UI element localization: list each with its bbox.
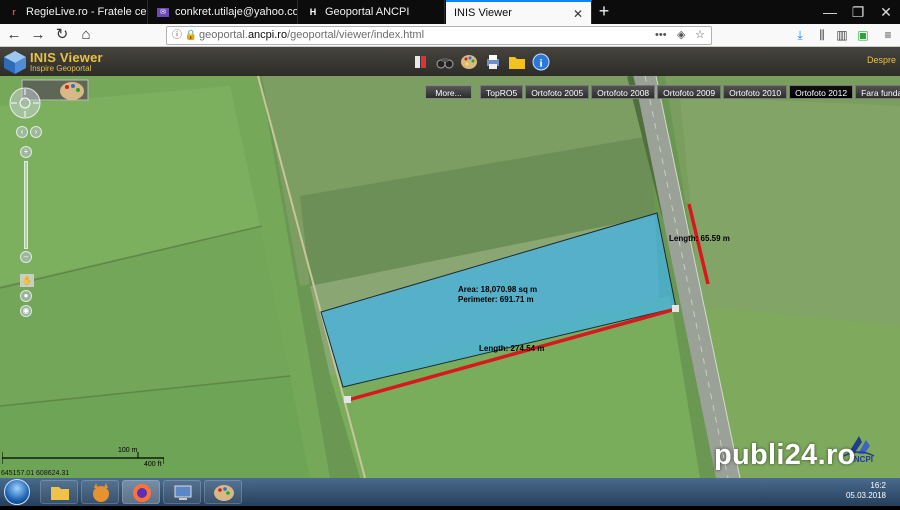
inis-logo-icon: [4, 51, 26, 74]
tab-title: conkret.utilaje@yahoo.com - Yah: [175, 6, 298, 18]
more-layers-button[interactable]: More...: [425, 85, 472, 99]
layer-ortofoto-2012[interactable]: Ortofoto 2012: [789, 85, 854, 99]
new-tab-button[interactable]: +: [594, 2, 614, 22]
rotate-left-icon[interactable]: ‹: [16, 126, 28, 138]
back-arrow-icon[interactable]: ←: [4, 26, 24, 45]
layer-topro5[interactable]: TopRO5: [480, 85, 524, 99]
binoculars-icon[interactable]: [436, 53, 454, 71]
layer-fara-fundal[interactable]: Fara fundal: [855, 85, 900, 99]
taskbar-app-computer[interactable]: [163, 480, 201, 504]
bookmark-star-icon[interactable]: ☆: [695, 27, 705, 44]
url-prefix: geoportal.: [199, 29, 248, 41]
minimize-button[interactable]: —: [820, 2, 840, 22]
locate-icon[interactable]: ◉: [20, 305, 32, 317]
h-icon: H: [309, 7, 317, 17]
regielive-icon: r: [12, 7, 16, 17]
library-icon[interactable]: ⫼: [814, 27, 830, 43]
clock-date: 05.03.2018: [845, 491, 886, 500]
pan-control-icon[interactable]: [8, 86, 42, 120]
site-info-icon[interactable]: ⓘ 🔒: [172, 27, 197, 44]
scale-metric-label: 100 m: [118, 447, 138, 454]
area-label: Area: 18,070.98 sq m: [458, 285, 538, 294]
taskbar-app-paint[interactable]: [204, 480, 242, 504]
reload-icon[interactable]: ↻: [52, 26, 72, 45]
restore-button[interactable]: ❐: [848, 2, 868, 22]
rotate-controls: ‹ ›: [16, 126, 42, 141]
book-icon[interactable]: [412, 53, 430, 71]
app-title: INIS Viewer: [30, 50, 103, 65]
paint-icon: [214, 485, 234, 501]
layer-ortofoto-2008[interactable]: Ortofoto 2008: [591, 85, 656, 99]
extension-icon[interactable]: ▣: [855, 27, 871, 43]
home-icon[interactable]: ⌂: [76, 26, 96, 45]
close-tab-icon[interactable]: ✕: [573, 7, 583, 21]
length-east-label: Length: 65.59 m: [669, 234, 730, 243]
zoom-in-icon[interactable]: +: [20, 146, 32, 158]
printer-icon[interactable]: [484, 53, 502, 71]
mail-icon: ✉: [157, 7, 169, 17]
start-button-icon[interactable]: [4, 479, 30, 505]
system-clock[interactable]: 16:2 05.03.2018: [846, 481, 886, 501]
zoom-slider[interactable]: [24, 161, 28, 249]
menu-icon[interactable]: ≡: [880, 27, 896, 43]
url-path: /geoportal/viewer/index.html: [287, 29, 425, 41]
app-subtitle: Inspire Geoportal: [30, 64, 92, 73]
browser-tab-inis-viewer[interactable]: INIS Viewer ✕: [446, 0, 592, 24]
length-south-label: Length: 274.54 m: [479, 344, 545, 353]
tab-title: INIS Viewer: [454, 7, 512, 19]
publi24-watermark: publi24.ro: [714, 439, 856, 471]
clock-time: 16:2: [870, 481, 886, 490]
scale-imperial-label: 400 ft: [144, 461, 162, 468]
windows-taskbar: 16:2 05.03.2018: [0, 478, 900, 506]
map-viewport[interactable]: ‹ › + – ✋ ● ◉ More... TopRO5 Ortofoto 20…: [0, 76, 900, 478]
tab-title: Geoportal ANCPI: [325, 6, 410, 18]
folder-icon[interactable]: [508, 53, 526, 71]
zoom-out-icon[interactable]: –: [20, 251, 32, 263]
layer-ortofoto-2010[interactable]: Ortofoto 2010: [723, 85, 788, 99]
basemap-layer-bar: TopRO5 Ortofoto 2005 Ortofoto 2008 Ortof…: [478, 85, 900, 99]
perimeter-label: Perimeter: 691.71 m: [458, 295, 534, 304]
overview-palette-icon[interactable]: [58, 80, 86, 102]
hand-icon[interactable]: ✋: [20, 274, 34, 287]
browser-tab-yahoo-mail[interactable]: ✉ conkret.utilaje@yahoo.com - Yah: [149, 0, 298, 24]
taskbar-explorer[interactable]: [40, 480, 78, 504]
browser-tab-strip: r RegieLive.ro - Fratele cel mare ✉ conk…: [0, 0, 900, 24]
tab-title: RegieLive.ro - Fratele cel mare: [26, 6, 148, 18]
orthophoto-map: [0, 76, 900, 478]
palette-icon[interactable]: [460, 53, 478, 71]
firefox-icon: [133, 484, 151, 502]
scale-bar: 100 m 400 ft: [2, 446, 164, 470]
app-header: INIS Viewer Inspire Geoportal i Despre: [0, 47, 900, 76]
computer-icon: [174, 485, 192, 500]
taskbar-firefox[interactable]: [122, 480, 160, 504]
layer-ortofoto-2009[interactable]: Ortofoto 2009: [657, 85, 722, 99]
info-icon[interactable]: i: [532, 53, 550, 71]
forward-arrow-icon[interactable]: →: [28, 26, 48, 45]
cursor-coordinates: 645157.01 608624.31: [1, 470, 70, 477]
navigation-bar: ← → ↻ ⌂ ⓘ 🔒 geoportal.ancpi.ro/geoportal…: [0, 24, 900, 47]
pocket-icon[interactable]: ◈: [677, 27, 685, 44]
download-icon[interactable]: ⤓: [792, 27, 808, 43]
rotate-right-icon[interactable]: ›: [30, 126, 42, 138]
taskbar-app-cat[interactable]: [81, 480, 119, 504]
svg-text:i: i: [539, 58, 542, 70]
browser-tab-geoportal[interactable]: H Geoportal ANCPI: [299, 0, 445, 24]
close-window-button[interactable]: ✕: [876, 2, 896, 22]
page-actions-icon[interactable]: •••: [655, 27, 667, 44]
cat-icon: [93, 483, 109, 502]
zoom-tool-icon[interactable]: ●: [20, 290, 32, 302]
zoom-control: + – ✋ ● ◉: [20, 146, 34, 320]
folder-icon: [51, 487, 69, 500]
browser-tab-regielive[interactable]: r RegieLive.ro - Fratele cel mare: [0, 0, 148, 24]
sidebar-icon[interactable]: ▥: [834, 27, 850, 43]
layer-ortofoto-2005[interactable]: Ortofoto 2005: [525, 85, 590, 99]
url-bar[interactable]: ⓘ 🔒 geoportal.ancpi.ro/geoportal/viewer/…: [166, 26, 712, 45]
about-link[interactable]: Despre: [867, 55, 896, 65]
url-host: ancpi.ro: [247, 29, 288, 41]
